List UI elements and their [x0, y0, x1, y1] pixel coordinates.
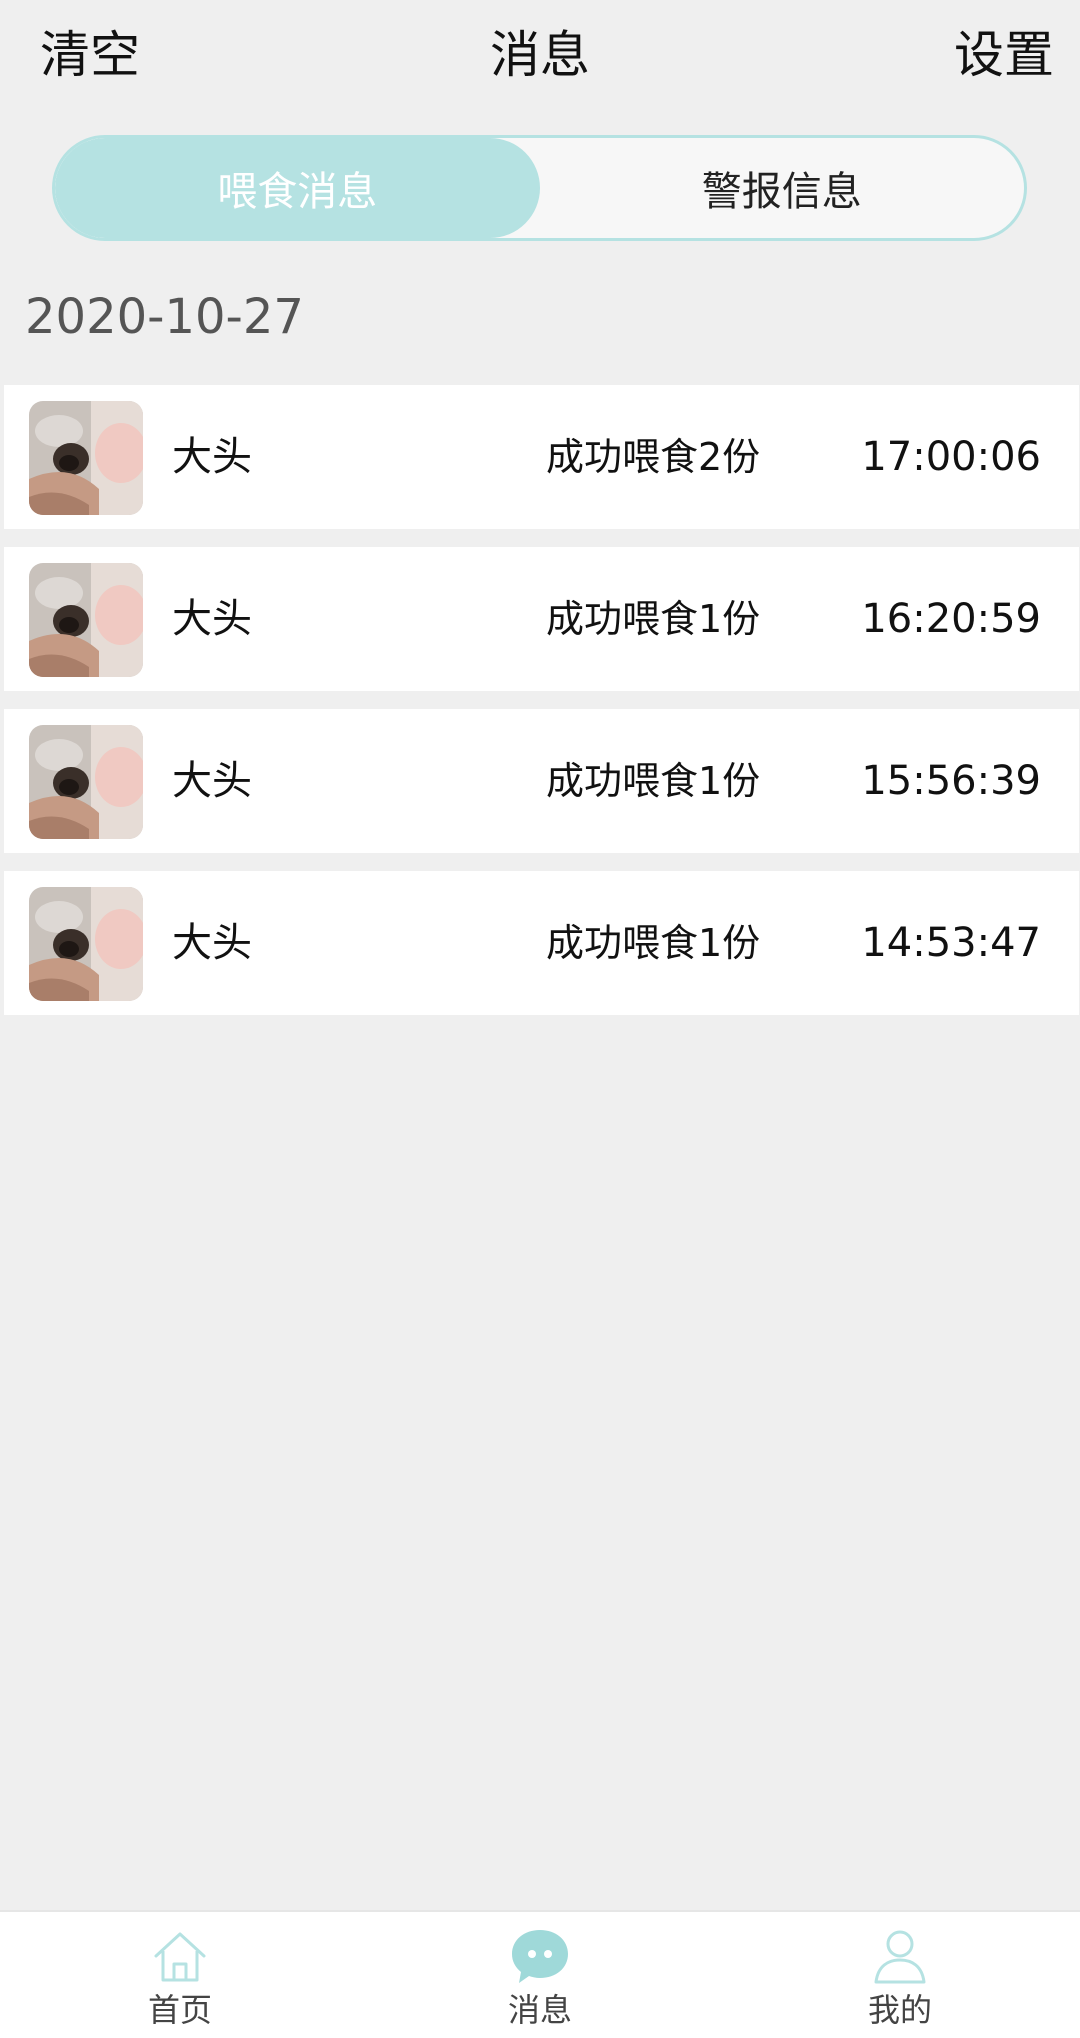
pet-avatar	[29, 887, 143, 1001]
tab-messages[interactable]: 消息	[440, 1918, 640, 2036]
chat-bubble-icon	[510, 1926, 570, 1986]
list-item[interactable]: 大头 成功喂食1份 14:53:47	[4, 871, 1079, 1015]
pet-name: 大头	[172, 920, 252, 966]
page-title: 消息	[490, 26, 590, 84]
message-text: 成功喂食1份	[546, 921, 761, 965]
date-header: 2020-10-27	[25, 289, 304, 345]
list-item[interactable]: 大头 成功喂食1份 16:20:59	[4, 547, 1079, 691]
pet-name: 大头	[172, 758, 252, 804]
message-time: 15:56:39	[861, 758, 1041, 804]
list-item[interactable]: 大头 成功喂食1份 15:56:39	[4, 709, 1079, 853]
tab-feeding-messages[interactable]: 喂食消息	[55, 138, 540, 238]
bottom-tab-bar: 首页 消息 我的	[0, 1910, 1080, 2038]
pet-avatar	[29, 725, 143, 839]
tab-home[interactable]: 首页	[80, 1918, 280, 2036]
home-icon	[150, 1926, 210, 1986]
settings-button[interactable]: 设置	[954, 22, 1054, 88]
message-text: 成功喂食1份	[546, 759, 761, 803]
tab-alert-info[interactable]: 警报信息	[540, 138, 1025, 238]
message-time: 17:00:06	[861, 434, 1041, 480]
message-type-segmented-control: 喂食消息 警报信息	[52, 135, 1027, 241]
pet-name: 大头	[172, 596, 252, 642]
pet-avatar	[29, 401, 143, 515]
message-text: 成功喂食1份	[546, 597, 761, 641]
pet-name: 大头	[172, 434, 252, 480]
user-icon	[870, 1926, 930, 1986]
tab-messages-label: 消息	[507, 1991, 572, 2029]
tab-me[interactable]: 我的	[800, 1918, 1000, 2036]
message-text: 成功喂食2份	[546, 435, 761, 479]
message-list: 大头 成功喂食2份 17:00:06 大头 成功喂食1份 16:20:59 大头…	[4, 385, 1079, 1033]
message-time: 14:53:47	[861, 920, 1041, 966]
list-item[interactable]: 大头 成功喂食2份 17:00:06	[4, 385, 1079, 529]
message-time: 16:20:59	[861, 596, 1041, 642]
pet-avatar	[29, 563, 143, 677]
tab-home-label: 首页	[147, 1991, 212, 2029]
tab-me-label: 我的	[867, 1991, 932, 2029]
top-bar: 清空 消息 设置	[0, 0, 1080, 115]
